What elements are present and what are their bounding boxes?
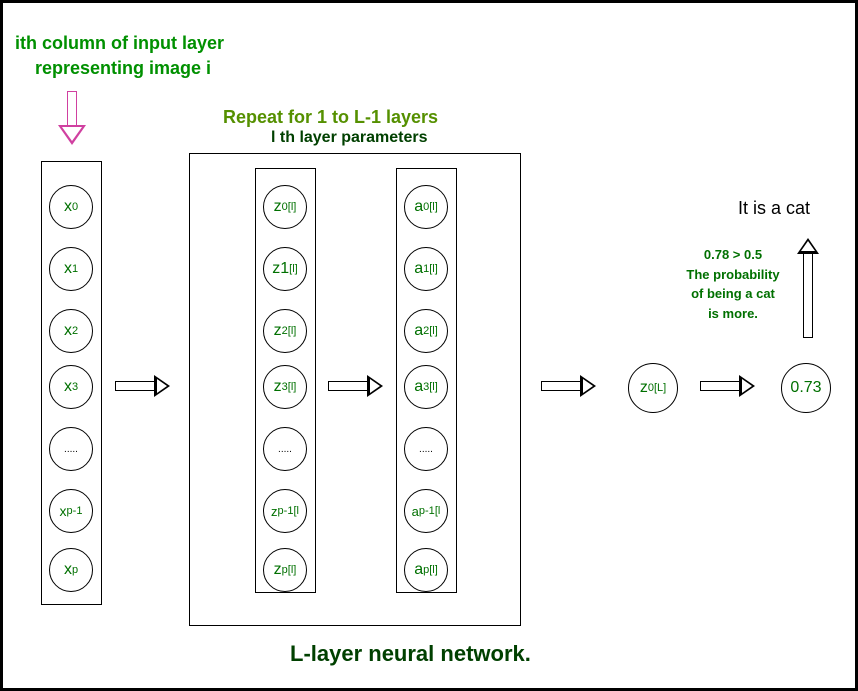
- arrow-final-to-output: [700, 378, 755, 394]
- input-node-xp-1: xp-1: [49, 489, 93, 533]
- arrow-hidden-to-final: [541, 378, 596, 394]
- cat-label: It is a cat: [738, 198, 810, 219]
- a-node-0: a0[l]: [404, 185, 448, 229]
- bottom-title: L-layer neural network.: [290, 641, 531, 667]
- input-col-label-2: representing image i: [35, 58, 211, 79]
- prob-line1: 0.78 > 0.5: [704, 247, 762, 262]
- prob-line4: is more.: [708, 306, 758, 321]
- z-node-dots: .....: [263, 427, 307, 471]
- input-node-x1: x1: [49, 247, 93, 291]
- input-node-x3: x3: [49, 365, 93, 409]
- z-node-0: z0[l]: [263, 185, 307, 229]
- output-node: 0.73: [781, 363, 831, 413]
- input-node-x2: x2: [49, 309, 93, 353]
- layer-params-label: l th layer parameters: [271, 129, 428, 147]
- z-node-1: z1[l]: [263, 247, 307, 291]
- input-node-dots: .....: [49, 427, 93, 471]
- prob-line2: The probability: [686, 267, 779, 282]
- a-node-p: ap[l]: [404, 548, 448, 592]
- a-node-dots: .....: [404, 427, 448, 471]
- z-node-p-1: zp-1[l: [263, 489, 307, 533]
- a-node-p-1: ap-1[l: [404, 489, 448, 533]
- output-value: 0.73: [790, 379, 821, 397]
- arrow-z-to-a: [328, 378, 383, 394]
- a-node-3: a3[l]: [404, 365, 448, 409]
- pink-down-arrow-icon: [62, 91, 82, 151]
- input-node-xp: xp: [49, 548, 93, 592]
- repeat-label: Repeat for 1 to L-1 layers: [223, 107, 438, 128]
- input-node-x0: x0: [49, 185, 93, 229]
- a-node-1: a1[l]: [404, 247, 448, 291]
- arrow-output-to-label: [800, 238, 816, 338]
- arrow-input-to-hidden: [115, 378, 170, 394]
- z-node-3: z3[l]: [263, 365, 307, 409]
- probability-text: 0.78 > 0.5 The probability of being a ca…: [673, 245, 793, 323]
- a-node-2: a2[l]: [404, 309, 448, 353]
- final-z-node: z0[L]: [628, 363, 678, 413]
- diagram-canvas: ith column of input layer representing i…: [0, 0, 858, 691]
- input-col-label-1: ith column of input layer: [15, 33, 224, 54]
- z-node-2: z2[l]: [263, 309, 307, 353]
- z-node-p: zp[l]: [263, 548, 307, 592]
- prob-line3: of being a cat: [691, 286, 775, 301]
